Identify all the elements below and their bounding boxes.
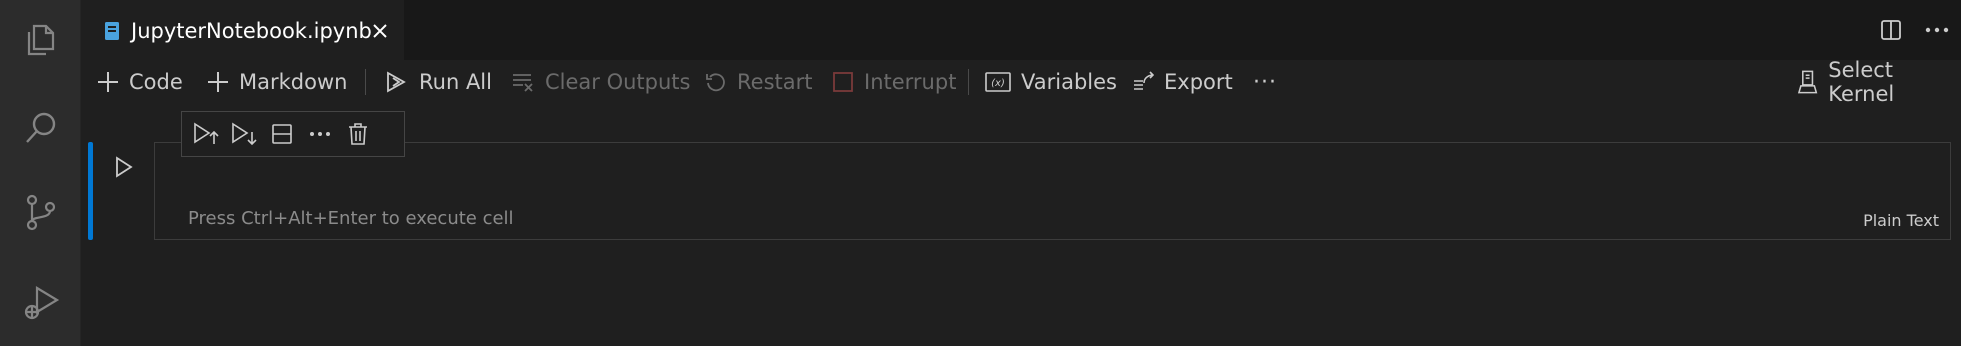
delete-cell-button[interactable] (340, 116, 376, 152)
restart-label: Restart (737, 70, 813, 94)
run-below-icon (232, 122, 257, 146)
cell-language-indicator[interactable]: Plain Text (1863, 211, 1939, 230)
run-above-button[interactable] (188, 116, 224, 152)
split-cell-icon (272, 124, 292, 144)
select-kernel-label: Select Kernel (1828, 58, 1895, 106)
export-button[interactable]: Export (1132, 62, 1233, 102)
run-all-button[interactable]: Run All (385, 62, 492, 102)
cell-placeholder: Press Ctrl+Alt+Enter to execute cell (188, 208, 514, 229)
export-icon (1134, 71, 1154, 90)
notebook-cell: Press Ctrl+Alt+Enter to execute cell Pla… (81, 104, 1961, 346)
run-above-icon (194, 122, 219, 144)
toolbar-divider (365, 69, 366, 95)
more-actions-icon (1925, 27, 1949, 33)
tab-close-button[interactable] (366, 17, 394, 45)
toolbar-more-button[interactable]: ··· (1253, 62, 1277, 102)
cell-more-button[interactable] (302, 116, 338, 152)
add-code-cell-button[interactable]: Code (97, 62, 183, 102)
notebook-file-icon (105, 21, 119, 40)
restart-button[interactable]: Restart (705, 62, 812, 102)
play-icon (116, 156, 133, 178)
editor-actions (1875, 14, 1953, 46)
kernel-icon (1797, 70, 1818, 94)
explorer-button[interactable] (0, 0, 81, 80)
export-label: Export (1164, 70, 1233, 94)
split-editor-button[interactable] (1875, 14, 1907, 46)
run-below-button[interactable] (226, 116, 262, 152)
add-markdown-cell-button[interactable]: Markdown (207, 62, 347, 102)
clear-outputs-button[interactable]: Clear Outputs (511, 62, 690, 102)
source-control-button[interactable] (0, 172, 81, 252)
split-editor-icon (1881, 20, 1901, 40)
notebook-toolbar: Code Markdown Run All Clear Outputs Rest… (81, 58, 1961, 106)
close-icon (373, 24, 387, 38)
restart-icon (706, 73, 725, 92)
plus-icon (208, 72, 228, 92)
explorer-icon (27, 24, 54, 56)
cell-toolbar (181, 111, 405, 157)
variables-label: Variables (1021, 70, 1117, 94)
interrupt-button[interactable]: Interrupt (832, 62, 956, 102)
split-cell-button[interactable] (264, 116, 300, 152)
run-all-label: Run All (419, 70, 492, 94)
search-icon (25, 112, 55, 143)
source-control-icon (26, 194, 55, 231)
plus-icon (98, 72, 118, 92)
clear-outputs-label: Clear Outputs (545, 70, 691, 94)
cell-focus-indicator (88, 142, 93, 240)
interrupt-label: Interrupt (864, 70, 957, 94)
markdown-label: Markdown (239, 70, 348, 94)
activity-bar (0, 0, 81, 346)
run-all-icon (387, 71, 406, 93)
tab-bar: JupyterNotebook.ipynb (81, 0, 1961, 60)
delete-icon (349, 123, 367, 145)
more-label: ··· (1253, 69, 1277, 95)
more-icon (310, 132, 330, 136)
variables-button[interactable]: (x) Variables (985, 62, 1117, 102)
more-actions-button[interactable] (1921, 14, 1953, 46)
toolbar-divider (968, 69, 969, 95)
tab-jupyter-notebook[interactable]: JupyterNotebook.ipynb (81, 0, 404, 60)
clear-outputs-icon (513, 74, 533, 92)
variables-icon: (x) (985, 72, 1011, 92)
svg-text:(x): (x) (991, 78, 1005, 89)
tab-title: JupyterNotebook.ipynb (131, 18, 372, 43)
select-kernel-button[interactable]: Select Kernel (1797, 58, 1961, 106)
code-label: Code (129, 70, 183, 94)
run-debug-icon (24, 286, 59, 320)
run-debug-button[interactable] (0, 262, 81, 342)
execute-cell-button[interactable] (109, 152, 139, 182)
interrupt-icon (833, 72, 853, 92)
search-button[interactable] (0, 88, 81, 168)
